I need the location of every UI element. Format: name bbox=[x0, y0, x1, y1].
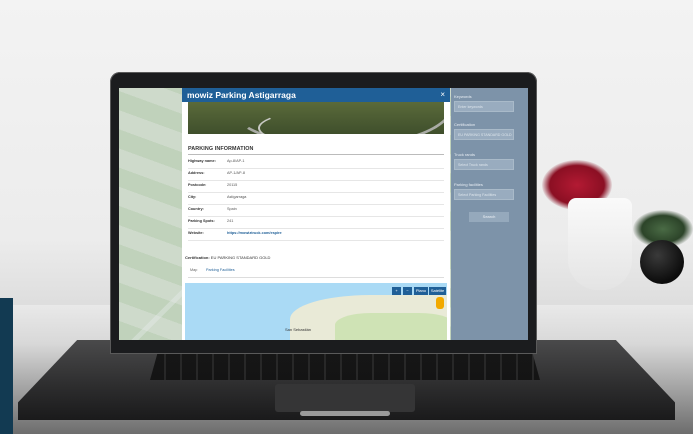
info-value: Spain bbox=[227, 207, 237, 211]
info-label: Parking Spots: bbox=[188, 219, 215, 223]
search-button[interactable]: Search bbox=[469, 212, 509, 222]
map-type-button[interactable]: Plano bbox=[414, 287, 428, 295]
tab-map[interactable]: Map bbox=[190, 268, 197, 272]
modal-title: mowiz Parking Astigarraga bbox=[187, 90, 296, 100]
section-title: PARKING INFORMATION bbox=[188, 146, 254, 152]
close-icon[interactable]: × bbox=[440, 89, 445, 101]
keywords-label: Keywords bbox=[454, 94, 472, 99]
zoom-in-button[interactable]: + bbox=[392, 287, 401, 295]
website-link[interactable]: https://mowiztruck.com/espire bbox=[227, 231, 282, 235]
info-label: Highway name: bbox=[188, 159, 216, 163]
info-label: Country: bbox=[188, 207, 204, 211]
facilities-label: Parking facilities bbox=[454, 182, 483, 187]
truck-label: Truck rands bbox=[454, 152, 475, 157]
certification-value: EU PARKING STANDARD GOLD bbox=[210, 255, 271, 260]
certification-label: Certification bbox=[454, 122, 476, 127]
info-label: City: bbox=[188, 195, 197, 199]
section-divider bbox=[188, 154, 444, 155]
laptop-keyboard bbox=[150, 352, 540, 380]
blue-accent-strip bbox=[0, 298, 13, 434]
modal-tabs: Map Parking Facilities bbox=[188, 266, 444, 278]
parking-photo bbox=[188, 102, 444, 134]
facilities-select[interactable]: Select Parking Facilities bbox=[454, 189, 514, 200]
parking-modal: mowiz Parking Astigarraga × PARKING INFO… bbox=[182, 88, 450, 340]
info-value: Astigarraga bbox=[227, 195, 247, 199]
laptop-trackpad bbox=[275, 384, 415, 412]
truck-select[interactable]: Select Truck rands bbox=[454, 159, 514, 170]
laptop-hinge bbox=[300, 411, 390, 416]
modal-header: mowiz Parking Astigarraga × bbox=[182, 88, 450, 102]
info-value: AP-1/AP-8 bbox=[227, 171, 245, 175]
laptop-screen: Keywords Enter keywords Certification EU… bbox=[119, 88, 528, 340]
zoom-out-button[interactable]: − bbox=[403, 287, 412, 295]
info-row: Website: https://mowiztruck.com/espire bbox=[188, 228, 444, 241]
map-park bbox=[335, 313, 447, 340]
black-pot bbox=[640, 240, 684, 284]
location-map[interactable]: + − Plano Satélite San Sebastián bbox=[185, 283, 447, 340]
certification-label: Certification: bbox=[185, 255, 210, 260]
info-label: Website: bbox=[188, 231, 204, 235]
tab-parking-facilities[interactable]: Parking Facilities bbox=[206, 268, 235, 272]
filter-panel: Keywords Enter keywords Certification EU… bbox=[451, 88, 528, 340]
white-vase bbox=[568, 198, 632, 290]
map-place-label: San Sebastián bbox=[285, 327, 312, 332]
info-label: Postcode: bbox=[188, 183, 207, 187]
street-view-icon[interactable] bbox=[436, 297, 444, 309]
satellite-button[interactable]: Satélite bbox=[429, 287, 446, 295]
info-value: Ap-8/AP-1 bbox=[227, 159, 245, 163]
info-value: 20115 bbox=[227, 183, 238, 187]
certification-select[interactable]: EU PARKING STANDARD GOLD bbox=[454, 129, 514, 140]
info-label: Address: bbox=[188, 171, 205, 175]
certification-line: Certification: EU PARKING STANDARD GOLD bbox=[185, 255, 270, 260]
info-value: 241 bbox=[227, 219, 234, 223]
keywords-input[interactable]: Enter keywords bbox=[454, 101, 514, 112]
